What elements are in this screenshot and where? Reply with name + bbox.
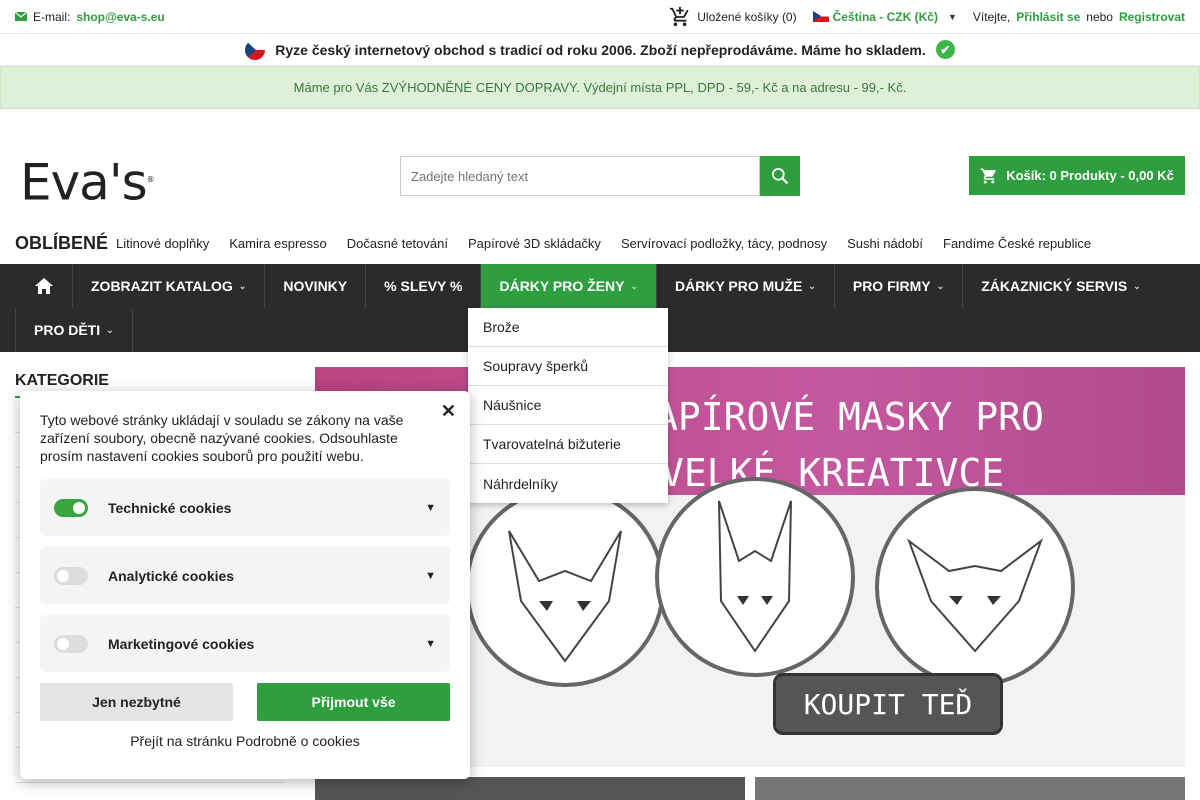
cookie-buttons: Jen nezbytné Přijmout vše [40,683,450,721]
cookie-category-marketing[interactable]: Marketingové cookies ▼ [40,615,450,672]
czech-flag-icon [245,39,266,60]
cookie-category-label: Analytické cookies [108,567,235,584]
nav-label: PRO DĚTI [34,322,101,338]
nav-sale[interactable]: % SLEVY % [366,264,482,308]
search-input[interactable] [400,156,760,196]
chevron-down-icon: ⌄ [808,280,816,291]
nav-label: NOVINKY [283,278,348,294]
nav-kids[interactable]: PRO DĚTI ⌄ [15,308,133,352]
chevron-down-icon: ⌄ [238,280,247,291]
dropdown-item[interactable]: Brože [468,308,668,347]
favourite-link[interactable]: Kamira espresso [229,236,327,251]
logo-trademark: ® [146,175,155,184]
favourite-link[interactable]: Fandíme České republice [943,236,1091,251]
dropdown-item[interactable]: Tvarovatelná bižuterie [468,425,668,464]
cookie-category-analytics[interactable]: Analytické cookies ▼ [40,547,450,604]
login-link[interactable]: Přihlásit se [1016,10,1080,24]
or-text: nebo [1086,9,1113,24]
czech-flag-icon [812,11,829,22]
close-icon[interactable]: ✕ [441,401,456,422]
cookie-category-label: Technické cookies [108,499,232,516]
chevron-down-icon: ▼ [947,11,957,22]
nav-catalog[interactable]: ZOBRAZIT KATALOG ⌄ [73,264,266,308]
caret-down-icon[interactable]: ▼ [425,502,436,514]
language-label: Čeština - CZK (Kč) [832,9,938,24]
register-link[interactable]: Registrovat [1119,10,1185,24]
bull-mask-image [875,487,1075,687]
cart-icon [980,168,996,183]
envelope-icon [15,12,27,21]
nav-label: ZÁKAZNICKÝ SERVIS [981,278,1128,294]
nav-label: DÁRKY PRO ŽENY [499,278,625,294]
chevron-down-icon: ⌄ [630,280,638,291]
cookie-category-label: Marketingové cookies [108,635,255,652]
dropdown-item[interactable]: Náhrdelníky [468,464,668,503]
notice-text: Ryze český internetový obchod s tradicí … [275,41,926,58]
nav-label: % SLEVY % [384,278,463,294]
nav-gifts-women[interactable]: DÁRKY PRO ŽENY ⌄ [481,264,657,308]
shop-notice: Ryze český internetový obchod s tradicí … [0,34,1200,66]
favourite-link[interactable]: Papírové 3D skládačky [468,236,601,251]
cookie-details-link[interactable]: Přejít na stránku Podrobně o cookies [40,733,450,749]
favourite-link[interactable]: Sushi nádobí [847,236,923,251]
technical-cookies-toggle[interactable] [54,498,88,517]
chevron-down-icon: ⌄ [1133,280,1141,291]
favourites-bar: OBLÍBENÉ Litinové doplňky Kamira espress… [15,233,1091,254]
chevron-down-icon: ⌄ [106,324,114,335]
cookie-category-technical[interactable]: Technické cookies ▼ [40,479,450,536]
cart-button[interactable]: Košík: 0 Produkty - 0,00 Kč [969,156,1185,195]
product-thumbnail[interactable] [315,777,745,800]
email-label: E-mail: [33,9,71,24]
check-icon: ✔ [935,40,955,59]
dropdown-item[interactable]: Soupravy šperků [468,347,668,386]
shipping-banner: Máme pro Vás ZVÝHODNĚNÉ CENY DOPRAVY. Vý… [0,66,1200,109]
nav-customer-service[interactable]: ZÁKAZNICKÝ SERVIS ⌄ [963,264,1159,308]
search-button[interactable] [760,156,800,196]
top-bar-right: Uložené košíky (0) Čeština - CZK (Kč) ▼ … [669,6,1185,28]
search-bar [400,156,800,196]
nav-home[interactable] [15,264,73,308]
dog-mask-image [655,477,855,677]
nav-label: PRO FIRMY [852,278,931,294]
cart-label: Košík: 0 Produkty - 0,00 Kč [1006,168,1174,183]
search-icon [772,168,789,185]
greeting: Vítejte, [972,9,1011,24]
shipping-text: Máme pro Vás ZVÝHODNĚNÉ CENY DOPRAVY. Vý… [293,80,907,95]
home-icon [34,278,53,294]
favourites-title: OBLÍBENÉ [15,233,109,253]
necessary-only-button[interactable]: Jen nezbytné [40,683,233,721]
language-selector[interactable]: Čeština - CZK (Kč) ▼ [812,9,957,24]
email-info: E-mail: shop@eva-s.eu [15,10,165,24]
header: Eva's® Košík: 0 Produkty - 0,00 Kč [0,150,1200,210]
logo-text: Eva's [20,153,148,212]
product-thumbnail[interactable] [755,777,1185,800]
nav-row: ZOBRAZIT KATALOG ⌄ NOVINKY % SLEVY % DÁRK… [0,264,1200,308]
nav-label: ZOBRAZIT KATALOG [91,278,233,294]
gifts-women-dropdown: Brože Soupravy šperků Náušnice Tvarovate… [468,308,668,503]
logo[interactable]: Eva's® [20,155,155,208]
wolf-mask-image [465,487,665,687]
cookie-message: Tyto webové stránky ukládají v souladu s… [40,412,404,464]
buy-now-button[interactable]: KOUPIT TEĎ [773,673,1003,735]
cart-add-icon[interactable] [669,6,691,28]
email-link[interactable]: shop@eva-s.eu [76,10,164,24]
caret-down-icon[interactable]: ▼ [425,638,436,650]
marketing-cookies-toggle[interactable] [54,634,88,653]
favourite-link[interactable]: Dočasné tetování [347,236,448,251]
cookie-consent-dialog: ✕ Tyto webové stránky ukládají v souladu… [20,391,470,779]
nav-new[interactable]: NOVINKY [265,264,367,308]
chevron-down-icon: ⌄ [936,280,945,291]
nav-label: DÁRKY PRO MUŽE [675,278,803,294]
top-bar: E-mail: shop@eva-s.eu Uložené košíky (0)… [0,0,1200,34]
favourite-link[interactable]: Litinové doplňky [116,236,209,251]
favourite-link[interactable]: Servírovací podložky, tácy, podnosy [621,236,827,251]
dropdown-item[interactable]: Náušnice [468,386,668,425]
nav-business[interactable]: PRO FIRMY ⌄ [835,264,964,308]
banner-line-1: APÍROVÉ MASKY PRO [655,395,1044,439]
saved-carts-link[interactable]: Uložené košíky (0) [697,10,796,24]
analytics-cookies-toggle[interactable] [54,566,88,585]
accept-all-button[interactable]: Přijmout vše [257,683,450,721]
nav-gifts-men[interactable]: DÁRKY PRO MUŽE ⌄ [657,264,835,308]
caret-down-icon[interactable]: ▼ [425,570,436,582]
